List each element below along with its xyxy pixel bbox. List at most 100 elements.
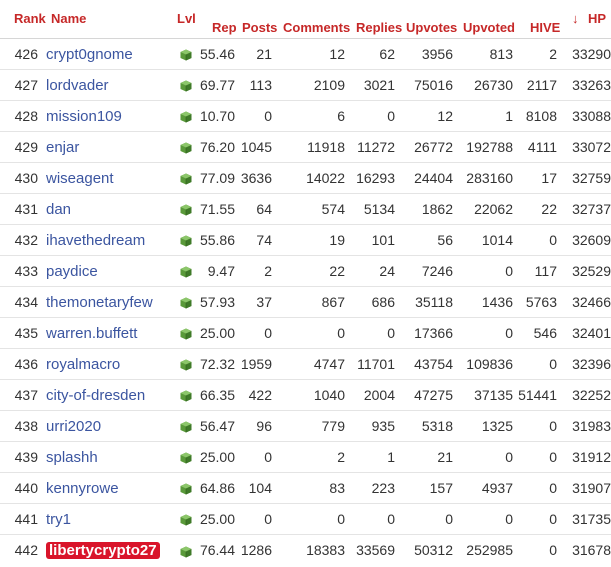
posts-cell: 96	[256, 418, 272, 434]
user-link[interactable]: lordvader	[46, 77, 109, 94]
upvotes-cell: 12	[437, 108, 453, 124]
user-link[interactable]: mission109	[46, 108, 122, 125]
posts-cell: 0	[264, 108, 272, 124]
upvoted-cell: 22062	[474, 201, 513, 217]
table-row: 433 paydice 9.47 2 22 24 7246 0 117 32529	[0, 255, 611, 287]
green-cube-icon	[180, 297, 192, 309]
name-cell: warren.buffett	[46, 318, 176, 349]
hive-cell: 2117	[526, 77, 557, 93]
rank-cell: 435	[14, 325, 38, 341]
green-cube-icon	[180, 546, 192, 558]
comments-cell: 19	[329, 232, 345, 248]
user-link[interactable]: kennyrowe	[46, 480, 119, 497]
rep-cell: 10.70	[199, 108, 235, 124]
name-cell: paydice	[46, 256, 176, 287]
comments-cell: 11918	[307, 139, 345, 155]
upvoted-cell: 0	[505, 325, 513, 341]
level-cell	[176, 70, 196, 101]
green-cube-icon	[180, 266, 192, 278]
hive-cell: 0	[549, 418, 557, 434]
upvotes-cell: 1862	[421, 201, 453, 217]
replies-cell: 5134	[363, 201, 395, 217]
hp-cell: 31983	[572, 418, 611, 434]
user-link[interactable]: city-of-dresden	[46, 387, 145, 404]
header-rank[interactable]: Rank	[14, 11, 46, 26]
hp-cell: 31912	[572, 449, 611, 465]
user-link[interactable]: crypt0gnome	[46, 46, 133, 63]
user-link[interactable]: enjar	[46, 139, 79, 156]
posts-cell: 422	[248, 387, 272, 403]
green-cube-icon	[180, 111, 192, 123]
rep-cell: 25.00	[199, 511, 235, 527]
rep-cell: 76.20	[199, 139, 235, 155]
rep-cell: 69.77	[199, 77, 235, 93]
upvoted-cell: 1	[505, 108, 513, 124]
header-posts[interactable]: Posts	[242, 20, 277, 35]
header-upvoted[interactable]: Upvoted	[463, 20, 515, 35]
upvoted-cell: 192788	[466, 139, 513, 155]
header-lvl[interactable]: Lvl	[177, 11, 196, 26]
name-cell: splashh	[46, 442, 176, 473]
header-name[interactable]: Name	[51, 11, 86, 26]
name-cell: ihavethedream	[46, 225, 176, 256]
rows-table: 426 crypt0gnome 55.46 21 12 62 3956 813 2 33290 42…	[0, 38, 611, 566]
rank-cell: 438	[14, 418, 38, 434]
hive-cell: 17	[541, 170, 557, 186]
replies-cell: 3021	[363, 77, 395, 93]
rep-cell: 72.32	[199, 356, 235, 372]
user-link[interactable]: libertycrypto27	[46, 541, 160, 559]
upvotes-cell: 43754	[414, 356, 453, 372]
user-link[interactable]: royalmacro	[46, 356, 120, 373]
table-row: 441 try1 25.00 0 0 0 0 0 0 31735	[0, 503, 611, 535]
upvotes-cell: 21	[437, 449, 453, 465]
comments-cell: 0	[337, 325, 345, 341]
header-hive[interactable]: HIVE	[530, 20, 560, 35]
user-link[interactable]: wiseagent	[46, 170, 114, 187]
table-row: 429 enjar 76.20 1045 11918 11272 26772 192788 41…	[0, 131, 611, 163]
hive-cell: 8108	[525, 108, 557, 124]
replies-cell: 24	[379, 263, 395, 279]
header-replies[interactable]: Replies	[356, 20, 402, 35]
rank-cell: 428	[14, 108, 38, 124]
level-cell	[176, 163, 196, 194]
name-cell: crypt0gnome	[46, 39, 176, 70]
table-row: 442 libertycrypto27 76.44 1286 18383 33569 503…	[0, 534, 611, 566]
rank-cell: 436	[14, 356, 38, 372]
rank-cell: 426	[14, 46, 38, 62]
header-hp[interactable]: HP	[588, 11, 606, 26]
upvotes-cell: 5318	[421, 418, 453, 434]
posts-cell: 74	[256, 232, 272, 248]
level-cell	[176, 504, 196, 535]
level-cell	[176, 256, 196, 287]
level-cell	[176, 101, 196, 132]
comments-cell: 4747	[313, 356, 345, 372]
header-rep[interactable]: Rep	[212, 20, 237, 35]
table-row: 434 themonetaryfew 57.93 37 867 686 35118 1436 5…	[0, 286, 611, 318]
upvoted-cell: 1325	[481, 418, 513, 434]
user-link[interactable]: urri2020	[46, 418, 101, 435]
replies-cell: 935	[371, 418, 395, 434]
hive-cell: 0	[549, 232, 557, 248]
name-cell: urri2020	[46, 411, 176, 442]
hp-cell: 32737	[572, 201, 611, 217]
user-link[interactable]: themonetaryfew	[46, 294, 153, 311]
user-link[interactable]: try1	[46, 511, 71, 528]
header-upvotes[interactable]: Upvotes	[406, 20, 457, 35]
user-link[interactable]: dan	[46, 201, 71, 218]
posts-cell: 104	[248, 480, 272, 496]
header-comments[interactable]: Comments	[283, 20, 350, 35]
green-cube-icon	[180, 235, 192, 247]
name-cell: mission109	[46, 101, 176, 132]
user-link[interactable]: warren.buffett	[46, 325, 137, 342]
hp-cell: 31907	[572, 480, 611, 496]
user-link[interactable]: ihavethedream	[46, 232, 145, 249]
user-link[interactable]: paydice	[46, 263, 98, 280]
green-cube-icon	[180, 359, 192, 371]
replies-cell: 0	[387, 108, 395, 124]
upvotes-cell: 47275	[414, 387, 453, 403]
hive-cell: 51441	[518, 387, 557, 403]
user-link[interactable]: splashh	[46, 449, 98, 466]
upvoted-cell: 109836	[466, 356, 513, 372]
replies-cell: 223	[371, 480, 395, 496]
rank-cell: 432	[14, 232, 38, 248]
